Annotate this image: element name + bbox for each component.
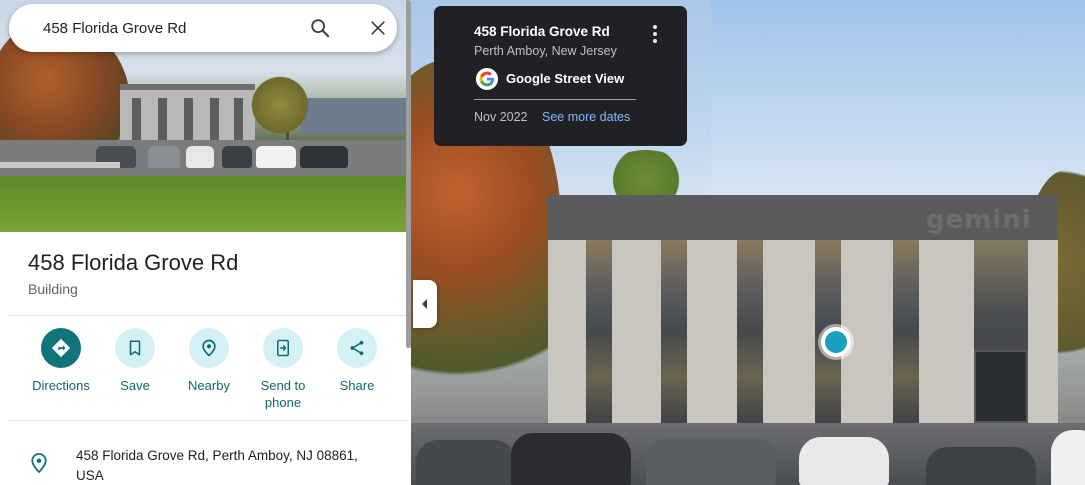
see-more-dates-link[interactable]: See more dates: [542, 110, 630, 124]
search-box: [9, 4, 397, 52]
photo-building: [120, 84, 255, 150]
divider: [474, 99, 636, 100]
building-sign: gemini: [926, 205, 1032, 235]
photo-tree: [250, 70, 310, 140]
action-label: Save: [120, 378, 150, 393]
photo-car: [256, 146, 296, 168]
maps-window: 458 Florida Grove Rd Building Directions: [0, 0, 1085, 485]
divider: [8, 420, 408, 421]
directions-icon: [51, 338, 71, 358]
action-label: Directions: [32, 378, 90, 393]
street-view-car: [1051, 430, 1085, 485]
street-view-provider: Google Street View: [506, 71, 625, 86]
nearby-button[interactable]: Nearby: [174, 328, 244, 394]
building-door: [974, 350, 1028, 423]
search-input[interactable]: [43, 19, 283, 37]
move-arrow-icon[interactable]: [821, 327, 851, 357]
building-window: [586, 240, 612, 423]
send-to-phone-icon: [277, 339, 289, 357]
street-view-title: 458 Florida Grove Rd: [474, 24, 610, 39]
address-text: 458 Florida Grove Rd, Perth Amboy, NJ 08…: [76, 448, 358, 483]
sky: [711, 0, 1085, 200]
photo-grass: [0, 176, 408, 232]
street-view-car: [511, 433, 631, 485]
action-label: Nearby: [188, 378, 230, 393]
chevron-left-icon: [422, 299, 427, 309]
building-window: [737, 240, 763, 423]
photo-car: [186, 146, 214, 168]
photo-car: [222, 146, 252, 168]
street-view-car: [416, 440, 516, 485]
divider: [8, 315, 408, 316]
save-button[interactable]: Save: [100, 328, 170, 394]
collapse-panel-button[interactable]: [413, 280, 437, 328]
photo-background-building: [300, 98, 408, 134]
place-title: 458 Florida Grove Rd: [28, 250, 239, 275]
building-window: [893, 240, 919, 423]
directions-button[interactable]: Directions: [26, 328, 96, 394]
building-window: [661, 240, 687, 423]
photo-car: [148, 146, 180, 168]
share-icon: [350, 340, 364, 356]
street-view-subtitle: Perth Amboy, New Jersey: [474, 44, 617, 58]
place-panel: 458 Florida Grove Rd Building Directions: [0, 0, 408, 485]
share-button[interactable]: Share: [322, 328, 392, 394]
more-options-icon[interactable]: [650, 24, 660, 44]
nearby-icon: [202, 339, 216, 357]
street-view-car: [799, 437, 889, 485]
action-label: Send to phone: [260, 378, 306, 410]
street-view-car: [926, 447, 1036, 485]
action-label: Share: [339, 378, 375, 393]
photo-car: [300, 146, 348, 168]
street-view-info-card: 458 Florida Grove Rd Perth Amboy, New Je…: [434, 6, 687, 146]
google-g-icon: [476, 68, 498, 90]
action-bar: Directions Save Nearby Send to phone Sha…: [22, 328, 392, 414]
capture-date: Nov 2022: [474, 110, 528, 124]
location-pin-icon: [31, 453, 47, 474]
place-category[interactable]: Building: [28, 281, 78, 297]
send-to-phone-button[interactable]: Send to phone: [248, 328, 318, 411]
street-view-car: [646, 438, 776, 485]
photo-guard-rail: [0, 162, 120, 168]
close-icon[interactable]: [368, 18, 388, 38]
search-icon[interactable]: [309, 17, 331, 39]
bookmark-icon: [129, 340, 141, 356]
